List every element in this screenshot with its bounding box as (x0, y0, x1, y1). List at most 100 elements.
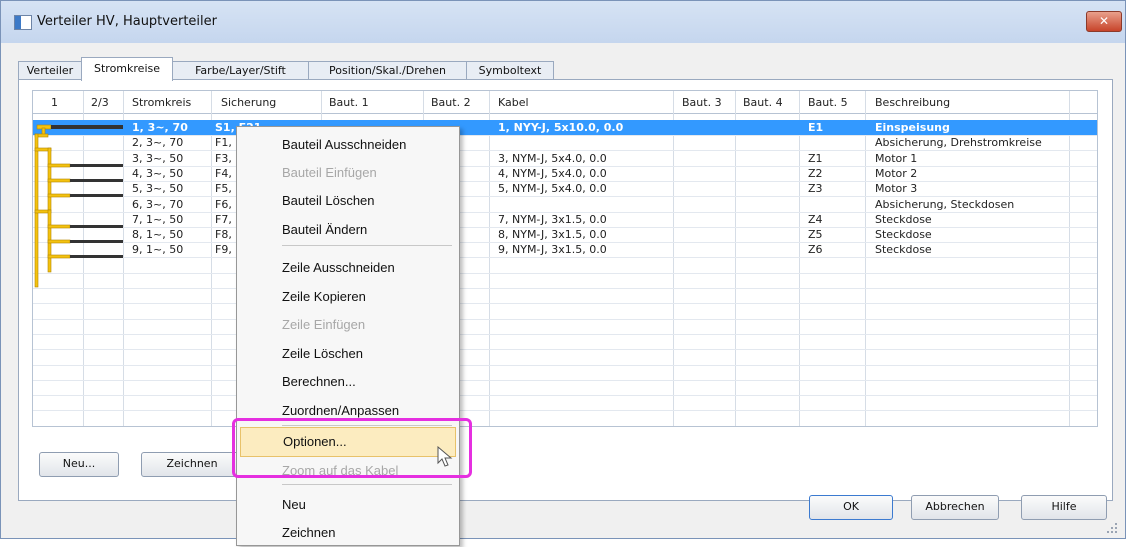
cable-line-3 (70, 164, 123, 167)
row-gridline (33, 410, 1097, 412)
menu-item-bauteil-ausschneiden[interactable]: Bauteil Ausschneiden (237, 131, 459, 159)
table-row[interactable]: 3, 3~, 50 F3, 3, NYM-J, 5x4.0, 0.0 Z1 Motor … (33, 151, 1097, 166)
cell-stromkreis: 1, 3~, 70 (132, 121, 188, 134)
menu-item-zeile-einfuegen: Zeile Einfügen (282, 317, 366, 332)
table-row[interactable]: 6, 3~, 70 F6, (Absicherung, Steckdosen (33, 197, 1097, 212)
table-row[interactable]: 5, 3~, 50 F5, 5, NYM-J, 5x4.0, 0.0 Z3 Motor … (33, 181, 1097, 196)
menu-item-zeile-ausschneiden[interactable]: Zeile Ausschneiden (237, 254, 459, 282)
cell-baut5: Z6 (808, 243, 823, 257)
row-gridline (33, 226, 1097, 228)
col-header-sicherung[interactable]: Sicherung (221, 96, 276, 109)
cell-beschreibung: Motor 2 (875, 166, 918, 180)
abbrechen-button[interactable]: Abbrechen (911, 495, 999, 520)
cell-beschreibung: Steckdose (875, 228, 932, 242)
menu-item-bauteil-aendern[interactable]: Bauteil Ändern (237, 216, 459, 244)
tab-symboltext[interactable]: Symboltext (466, 61, 554, 80)
table-row[interactable]: 1, 3~, 70S1, F211, NYY-J, 5x10.0, 0.0E1E… (33, 120, 1097, 135)
row-gridline (33, 211, 1097, 213)
menu-item-bauteil-loeschen[interactable]: Bauteil Löschen (237, 187, 459, 215)
table-row[interactable]: 8, 1~, 50 F8, 8, NYM-J, 3x1.5, 0.0 Z5 Steckd… (33, 227, 1097, 242)
tree-leaf-4 (47, 178, 71, 183)
table-row[interactable]: 7, 1~, 50 F7, 7, NYM-J, 3x1.5, 0.0 Z4 Steckd… (33, 212, 1097, 227)
cell-stromkreis: 9, 1~, 50 (132, 243, 184, 257)
circuit-grid[interactable]: 1 2/3 Stromkreis Sicherung Baut. 1 Baut.… (32, 90, 1098, 427)
row-gridline (33, 196, 1097, 198)
row-gridline (33, 303, 1097, 305)
menu-separator (282, 245, 452, 246)
col-header-baut5[interactable]: Baut. 5 (808, 96, 848, 109)
cell-stromkreis: 2, 3~, 70 (132, 136, 184, 150)
cable-line-9 (70, 255, 123, 258)
cell-kabel: 4, NYM-J, 5x4.0, 0.0 (498, 166, 607, 180)
row-gridline (33, 150, 1097, 152)
cell-sicherung: F9, (215, 243, 232, 257)
menu-item-zeichnen[interactable]: Zeichnen (237, 519, 459, 547)
cell-beschreibung: Motor 3 (875, 182, 918, 196)
cell-beschreibung: Steckdose (875, 212, 932, 226)
cable-line-4 (70, 179, 123, 182)
close-button[interactable]: ✕ (1086, 11, 1122, 32)
menu-item-berechnen[interactable]: Berechnen... (237, 368, 459, 396)
row-gridline (33, 242, 1097, 244)
tree-leaf-3 (47, 163, 71, 168)
col-header-baut3[interactable]: Baut. 3 (682, 96, 722, 109)
col-header-stromkreis[interactable]: Stromkreis (132, 96, 191, 109)
ok-button[interactable]: OK (809, 495, 893, 520)
row-gridline (33, 165, 1097, 167)
col-header-kabel[interactable]: Kabel (498, 96, 529, 109)
cell-sicherung: F8, (215, 228, 232, 242)
cell-baut5: Z2 (808, 166, 823, 180)
app-icon (14, 15, 32, 30)
cell-sicherung: F4, (215, 166, 232, 180)
table-row[interactable]: 4, 3~, 50 F4, 4, NYM-J, 5x4.0, 0.0 Z2 Motor … (33, 166, 1097, 181)
menu-item-zeile-kopieren[interactable]: Zeile Kopieren (237, 283, 459, 311)
cable-line-1 (51, 125, 123, 129)
cell-kabel: 8, NYM-J, 3x1.5, 0.0 (498, 228, 607, 242)
cell-sicherung: F7, (215, 212, 232, 226)
cable-line-5 (70, 194, 123, 197)
col-header-beschreibung[interactable]: Beschreibung (875, 96, 950, 109)
title-bar: Verteiler HV, Hauptverteiler ✕ (1, 1, 1125, 43)
tab-position-skal-drehen[interactable]: Position/Skal./Drehen (308, 61, 467, 80)
cell-kabel: 9, NYM-J, 3x1.5, 0.0 (498, 243, 607, 257)
hilfe-button[interactable]: Hilfe (1021, 495, 1107, 520)
menu-item-neu[interactable]: Neu (237, 491, 459, 519)
tree-leaf-9 (47, 254, 71, 259)
window-title: Verteiler HV, Hauptverteiler (37, 14, 217, 29)
tree-leaf-5 (47, 193, 71, 198)
row-gridline (33, 425, 1097, 426)
table-row[interactable]: 2, 3~, 70 F1, (Absicherung, Drehstromkrei… (33, 135, 1097, 150)
cell-beschreibung: Steckdose (875, 243, 932, 257)
menu-item-zeile-loeschen[interactable]: Zeile Löschen (237, 340, 459, 368)
cable-line-8 (70, 240, 123, 243)
cell-kabel: 7, NYM-J, 3x1.5, 0.0 (498, 212, 607, 226)
col-header-baut4[interactable]: Baut. 4 (743, 96, 783, 109)
row-gridline (33, 288, 1097, 289)
circuit-tree-diagram (34, 124, 123, 288)
table-row[interactable]: 9, 1~, 50 F9, 9, NYM-J, 3x1.5, 0.0 Z6 Steckd… (33, 242, 1097, 257)
tab-farbe-layer-stift[interactable]: Farbe/Layer/Stift (172, 61, 309, 80)
cell-beschreibung: Einspeisung (875, 121, 950, 134)
neu-button[interactable]: Neu... (39, 452, 119, 477)
tab-stromkreise[interactable]: Stromkreise (81, 57, 173, 81)
tree-leaf-8 (47, 239, 71, 244)
cell-stromkreis: 8, 1~, 50 (132, 228, 184, 242)
cell-stromkreis: 7, 1~, 50 (132, 212, 184, 226)
row-gridline (33, 364, 1097, 366)
col-header-baut1[interactable]: Baut. 1 (329, 96, 369, 109)
row-gridline (33, 349, 1097, 351)
row-gridline (33, 395, 1097, 397)
cell-stromkreis: 4, 3~, 50 (132, 166, 184, 180)
cell-stromkreis: 5, 3~, 50 (132, 182, 184, 196)
tab-verteiler[interactable]: Verteiler (18, 61, 82, 80)
cell-baut5: Z5 (808, 228, 823, 242)
row-gridline (33, 318, 1097, 320)
cell-baut5: Z3 (808, 182, 823, 196)
col-header-baut2[interactable]: Baut. 2 (431, 96, 471, 109)
resize-grip-icon[interactable] (1105, 521, 1119, 535)
cell-stromkreis: 6, 3~, 70 (132, 197, 184, 211)
row-gridline (33, 333, 1097, 335)
cell-baut5: Z1 (808, 151, 823, 165)
zeichnen-button[interactable]: Zeichnen (141, 452, 243, 477)
menu-separator (282, 484, 452, 485)
